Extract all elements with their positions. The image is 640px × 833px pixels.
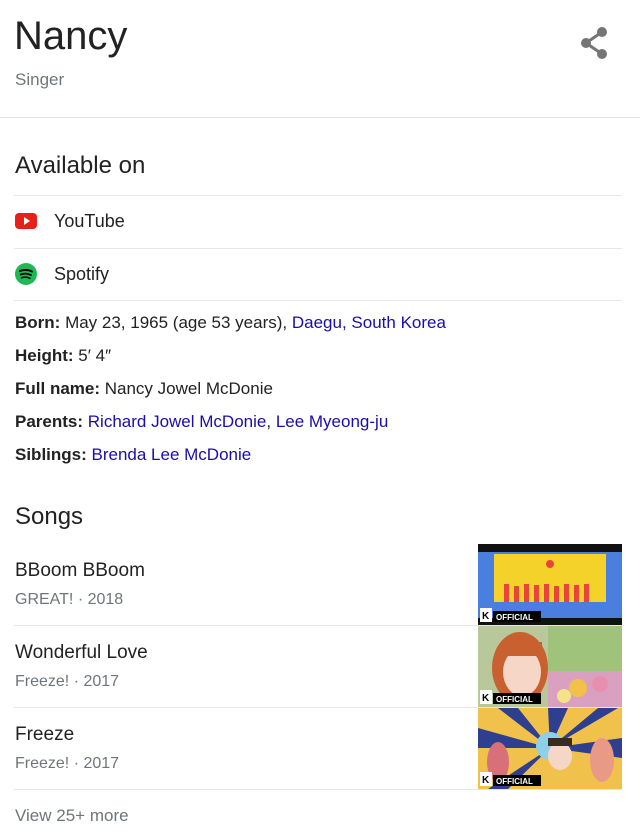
- sibling-link[interactable]: Brenda Lee McDonie: [92, 445, 252, 464]
- fact-value: 5′ 4″: [78, 346, 112, 365]
- song-meta: Freeze! · 2017: [15, 755, 120, 772]
- fact-siblings: Siblings: Brenda Lee McDonie: [15, 442, 625, 475]
- song-meta: GREAT! · 2018: [15, 591, 124, 608]
- svg-text:K: K: [482, 693, 490, 704]
- view-more-link[interactable]: View 25+ more: [15, 806, 129, 826]
- service-youtube-link[interactable]: YouTube: [14, 196, 622, 246]
- song-title: BBoom BBoom: [15, 560, 145, 581]
- fact-label: Born:: [15, 313, 61, 332]
- service-label: Spotify: [54, 263, 110, 284]
- svg-text:K: K: [482, 775, 490, 786]
- birthplace-link[interactable]: Daegu, South Korea: [292, 313, 446, 332]
- fact-label: Full name:: [15, 379, 101, 398]
- share-icon: [581, 27, 607, 59]
- fact-label: Siblings:: [15, 445, 87, 464]
- song-item[interactable]: Wonderful Love Freeze! · 2017 K OFFICIAL: [0, 626, 640, 707]
- divider: [14, 789, 622, 790]
- official-badge: OFFICIAL: [496, 777, 533, 786]
- fact-value: Nancy Jowel McDonie: [104, 379, 273, 398]
- knowledge-panel-header: Nancy Singer: [0, 0, 640, 118]
- video-thumbnail-image: K OFFICIAL: [478, 626, 622, 707]
- song-item[interactable]: BBoom BBoom GREAT! · 2018 K OFFICIAL: [0, 544, 640, 625]
- service-spotify-link[interactable]: Spotify: [14, 249, 622, 299]
- video-thumbnail-image: K OFFICIAL: [478, 708, 622, 789]
- fact-born: Born: May 23, 1965 (age 53 years), Daegu…: [15, 310, 625, 343]
- available-on-heading: Available on: [15, 152, 146, 179]
- video-thumbnail[interactable]: K OFFICIAL: [478, 626, 622, 707]
- song-meta: Freeze! · 2017: [15, 673, 120, 690]
- official-badge: OFFICIAL: [496, 695, 533, 704]
- entity-subtitle: Singer: [15, 70, 65, 89]
- facts-list: Born: May 23, 1965 (age 53 years), Daegu…: [15, 310, 625, 475]
- song-title: Freeze: [15, 724, 75, 745]
- separator: ,: [266, 412, 272, 431]
- fact-label: Parents:: [15, 412, 84, 431]
- parent-link[interactable]: Richard Jowel McDonie: [88, 412, 267, 431]
- fact-parents: Parents: Richard Jowel McDonie, Lee Myeo…: [15, 409, 625, 442]
- song-title: Wonderful Love: [15, 642, 148, 663]
- video-thumbnail-image: K OFFICIAL: [478, 544, 622, 625]
- video-thumbnail[interactable]: K OFFICIAL: [478, 708, 622, 789]
- svg-text:K: K: [482, 611, 490, 622]
- service-label: YouTube: [54, 210, 125, 231]
- video-thumbnail[interactable]: K OFFICIAL: [478, 544, 622, 625]
- song-item[interactable]: Freeze Freeze! · 2017 K OFFICIAL: [0, 708, 640, 789]
- entity-title: Nancy: [14, 14, 128, 58]
- spotify-icon: [14, 262, 38, 286]
- divider: [14, 300, 622, 301]
- fact-label: Height:: [15, 346, 74, 365]
- fact-full-name: Full name: Nancy Jowel McDonie: [15, 376, 625, 409]
- songs-heading: Songs: [15, 503, 84, 530]
- share-button[interactable]: [578, 26, 610, 60]
- parent-link[interactable]: Lee Myeong-ju: [276, 412, 388, 431]
- official-badge: OFFICIAL: [496, 613, 533, 622]
- fact-value: May 23, 1965 (age 53 years),: [65, 313, 288, 332]
- fact-height: Height: 5′ 4″: [15, 343, 625, 376]
- youtube-icon: [14, 209, 38, 233]
